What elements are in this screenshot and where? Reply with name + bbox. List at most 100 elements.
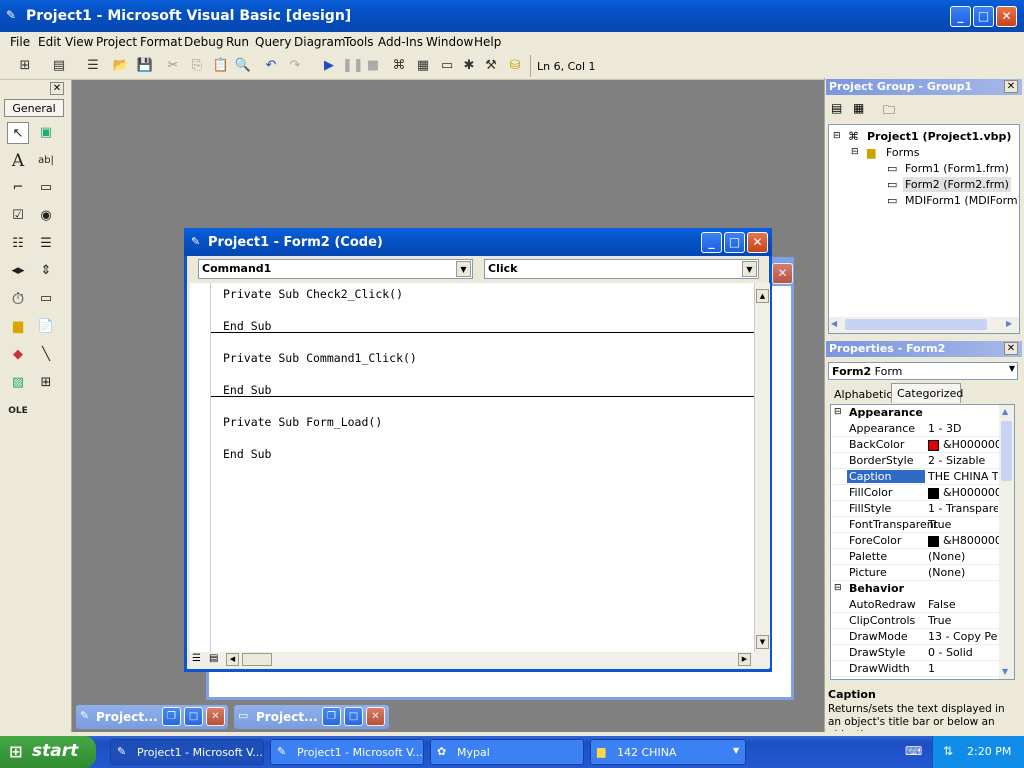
property-row[interactable]: Appearance 1 - 3D <box>831 421 999 437</box>
property-row[interactable]: Picture (None) <box>831 565 999 581</box>
property-row[interactable]: BackColor&H000000F <box>831 437 1000 453</box>
optionbutton-tool-icon[interactable]: ◉ <box>35 205 57 227</box>
frame-tool-icon[interactable]: ⌐ <box>7 177 29 199</box>
hscrollbar-tool-icon[interactable]: ◂▸ <box>7 260 29 282</box>
tree-folder[interactable]: Forms <box>886 146 919 159</box>
property-row[interactable]: DrawWidth 1 <box>831 661 999 677</box>
properties-close-icon[interactable]: ✕ <box>1004 342 1018 355</box>
redo-icon[interactable]: ↷ <box>286 57 304 75</box>
toolbox-close-icon[interactable]: ✕ <box>50 82 64 95</box>
data-tool-icon[interactable]: ⊞ <box>35 372 57 394</box>
property-row[interactable]: FontTransparent True <box>831 517 999 533</box>
minimized-window[interactable]: ▭ Project... ❐ □ ✕ <box>234 705 389 729</box>
toggle-folders-icon[interactable]: 🗀 <box>883 101 895 122</box>
menu-window[interactable]: Window <box>426 35 473 49</box>
collapse-icon[interactable]: ⊟ <box>833 131 841 141</box>
margin-indicator-bar[interactable] <box>190 283 211 653</box>
taskbar-item[interactable]: Mypal ✿ <box>430 739 584 765</box>
property-row[interactable]: FillStyle 1 - Transparer <box>831 501 999 517</box>
taskbar-item[interactable]: Project1 - Microsoft V... ✎ <box>110 739 264 765</box>
cut-icon[interactable]: ✂ <box>164 57 182 75</box>
maximize-button[interactable]: □ <box>973 6 994 27</box>
code-maximize-button[interactable]: □ <box>724 232 745 253</box>
picturebox-tool-icon[interactable]: ▣ <box>35 122 57 144</box>
view-object-icon[interactable]: ▦ <box>853 101 864 115</box>
combobox-tool-icon[interactable]: ☷ <box>7 233 29 255</box>
start-icon[interactable]: ▶ <box>320 57 338 75</box>
vscrollbar-tool-icon[interactable]: ⇕ <box>35 260 57 282</box>
menu-diagram[interactable]: Diagram <box>294 35 346 49</box>
restore-button[interactable]: ❐ <box>162 707 181 726</box>
taskbar-item[interactable]: Project1 - Microsoft V... ✎ <box>270 739 424 765</box>
tree-project[interactable]: Project1 (Project1.vbp) <box>867 130 1011 143</box>
property-category[interactable]: ⊟ Appearance <box>831 405 999 421</box>
form-layout-icon[interactable]: ▭ <box>438 57 456 75</box>
keyboard-icon[interactable]: ⌨ <box>905 744 922 758</box>
find-icon[interactable]: 🔍 <box>234 57 252 75</box>
drivelistbox-tool-icon[interactable]: ▭ <box>35 288 57 310</box>
minimized-window[interactable]: ✎ Project... ❐ □ ✕ <box>76 705 228 729</box>
chevron-down-icon[interactable]: ▼ <box>456 261 471 277</box>
property-scrollbar[interactable]: ▲ ▼ <box>999 405 1014 679</box>
undo-icon[interactable]: ↶ <box>262 57 280 75</box>
ole-tool-icon[interactable]: OLE <box>7 400 29 422</box>
restore-button[interactable]: ❐ <box>322 707 341 726</box>
property-category[interactable]: ⊟ Behavior <box>831 581 999 597</box>
collapse-icon[interactable]: ⊟ <box>851 147 859 157</box>
maximize-button[interactable]: □ <box>344 707 363 726</box>
line-tool-icon[interactable]: ╲ <box>35 344 57 366</box>
add-form-icon[interactable]: ▤ <box>50 57 68 75</box>
scroll-thumb[interactable] <box>845 319 987 330</box>
code-minimize-button[interactable]: _ <box>701 232 722 253</box>
full-module-view-icon[interactable]: ▤ <box>209 653 218 664</box>
object-selector[interactable]: Form2 Form ▼ <box>828 362 1018 380</box>
chevron-down-icon[interactable]: ▼ <box>1009 364 1015 373</box>
property-row[interactable]: FillColor&H0000000 <box>831 485 1000 501</box>
start-button[interactable]: ⊞ start <box>0 736 96 768</box>
scroll-thumb[interactable] <box>1001 421 1012 481</box>
menu-view[interactable]: View <box>65 35 93 49</box>
scroll-left-icon[interactable]: ◀ <box>831 319 837 328</box>
clock[interactable]: 2:20 PM <box>967 745 1011 758</box>
image-tool-icon[interactable]: ▨ <box>7 372 29 394</box>
scroll-down-icon[interactable]: ▼ <box>1002 667 1008 676</box>
project-explorer-close-icon[interactable]: ✕ <box>1004 80 1018 93</box>
object-browser-icon[interactable]: ✱ <box>460 57 478 75</box>
menu-addins[interactable]: Add-Ins <box>378 35 423 49</box>
break-icon[interactable]: ❚❚ <box>342 57 364 75</box>
minimize-button[interactable]: _ <box>950 6 971 27</box>
menu-run[interactable]: Run <box>226 35 249 49</box>
property-row[interactable]: Caption THE CHINA TE <box>831 469 999 485</box>
property-row[interactable]: DrawMode 13 - Copy Pen <box>831 629 999 645</box>
add-project-icon[interactable]: ⊞ <box>16 57 34 75</box>
maximize-button[interactable]: □ <box>184 707 203 726</box>
scroll-left-icon[interactable]: ◀ <box>226 653 239 666</box>
tree-hscrollbar[interactable]: ◀ ▶ <box>829 317 1019 333</box>
menu-editor-icon[interactable]: ☰ <box>84 57 102 75</box>
project-tree[interactable]: ⊟ ⌘ Project1 (Project1.vbp) ⊟ ▆ Forms ▭ … <box>828 124 1020 334</box>
open-project-icon[interactable]: 📂 <box>112 57 130 75</box>
network-icon[interactable]: ⇅ <box>943 744 953 758</box>
scroll-up-icon[interactable]: ▲ <box>756 289 769 303</box>
checkbox-tool-icon[interactable]: ☑ <box>7 205 29 227</box>
textbox-tool-icon[interactable]: ab| <box>35 150 57 172</box>
filelistbox-tool-icon[interactable]: 📄 <box>35 316 57 338</box>
chevron-down-icon[interactable]: ▼ <box>733 746 739 755</box>
property-grid[interactable]: ⊟ Appearance Appearance 1 - 3D BackColor &H00… <box>830 404 1015 680</box>
pointer-tool-icon[interactable]: ↖ <box>7 122 29 144</box>
scroll-thumb[interactable] <box>242 653 272 666</box>
menu-tools[interactable]: Tools <box>344 35 374 49</box>
menu-edit[interactable]: Edit <box>38 35 61 49</box>
property-row[interactable]: DrawStyle 0 - Solid <box>831 645 999 661</box>
property-row[interactable]: ClipControls True <box>831 613 999 629</box>
chevron-down-icon[interactable]: ▼ <box>742 261 757 277</box>
view-code-icon[interactable]: ▤ <box>831 101 842 115</box>
copy-icon[interactable]: ⎘ <box>188 57 206 75</box>
properties-window-icon[interactable]: ▦ <box>414 57 432 75</box>
procedure-combo[interactable]: Click ▼ <box>484 259 759 279</box>
code-close-button[interactable]: ✕ <box>747 232 768 253</box>
property-row[interactable]: BorderStyle 2 - Sizable <box>831 453 999 469</box>
data-view-icon[interactable]: ⛁ <box>506 57 524 75</box>
vertical-scrollbar[interactable]: ▲ ▼ <box>754 283 770 653</box>
property-row[interactable]: AutoRedraw False <box>831 597 999 613</box>
